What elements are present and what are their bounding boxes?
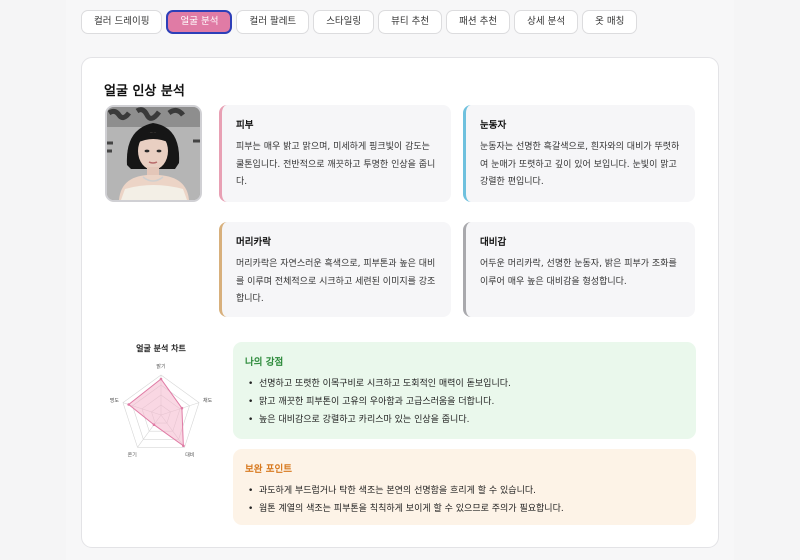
feature-card-eyes: 눈동자 눈동자는 선명한 흑갈색으로, 흰자와의 대비가 뚜렷하여 눈매가 또렷… bbox=[463, 105, 695, 202]
radar-chart: 밝기채도대비 온기 명도 얼굴 분석 차트 bbox=[102, 341, 222, 471]
feature-card-contrast: 대비감 어두운 머리카락, 선명한 눈동자, 밝은 피부가 조화를 이루어 매우… bbox=[463, 222, 695, 317]
chart-title: 얼굴 분석 차트 bbox=[136, 344, 186, 353]
tab-styling[interactable]: 스타일링 bbox=[313, 10, 375, 34]
tab-outfit-matching[interactable]: 옷 매칭 bbox=[582, 10, 638, 34]
data-point bbox=[152, 423, 156, 427]
data-point bbox=[159, 377, 163, 381]
list-item: 맑고 깨끗한 피부톤이 고유의 우아함과 고급스러움을 더합니다. bbox=[245, 393, 684, 411]
radar-chart-svg: 밝기채도대비 온기 명도 bbox=[110, 363, 213, 459]
list-item: 선명하고 또렷한 이목구비로 시크하고 도회적인 매력이 돋보입니다. bbox=[245, 375, 684, 393]
face-analysis-card: 얼굴 인상 분석 피부 피부는 매우 밝고 맑으며, 미세하게 핑크빛이 감도는… bbox=[81, 57, 719, 548]
feature-title: 눈동자 bbox=[480, 120, 507, 131]
feature-card-hair: 머리카락 머리카락은 자연스러운 흑색으로, 피부톤과 높은 대비를 이루며 전… bbox=[219, 222, 451, 317]
list-item: 웜톤 계열의 색조는 피부톤을 칙칙하게 보이게 할 수 있으므로 주의가 필요… bbox=[245, 500, 684, 518]
feature-description: 머리카락은 자연스러운 흑색으로, 피부톤과 높은 대비를 이루며 전체적으로 … bbox=[236, 259, 436, 304]
data-point bbox=[180, 406, 184, 410]
tab-fashion-recommend[interactable]: 패션 추천 bbox=[446, 10, 511, 34]
card-title: 얼굴 인상 분석 bbox=[104, 84, 185, 99]
axis-label: 온기 bbox=[128, 452, 137, 459]
list-item: 높은 대비감으로 강렬하고 카리스마 있는 인상을 줍니다. bbox=[245, 411, 684, 429]
tab-beauty-recommend[interactable]: 뷰티 추천 bbox=[378, 10, 443, 34]
strengths-list: 선명하고 또렷한 이목구비로 시크하고 도회적인 매력이 돋보입니다. 맑고 깨… bbox=[245, 375, 684, 429]
data-point bbox=[127, 403, 130, 406]
face-photo bbox=[105, 105, 202, 202]
series-area bbox=[127, 378, 184, 447]
portrait-image bbox=[107, 107, 200, 200]
feature-title: 대비감 bbox=[480, 237, 507, 248]
feature-description: 피부는 매우 밝고 맑으며, 미세하게 핑크빛이 감도는 쿨톤입니다. 전반적으… bbox=[236, 142, 436, 187]
axis-label: 채도 bbox=[203, 397, 213, 404]
axis-label: 대비 bbox=[185, 452, 194, 459]
feature-title: 피부 bbox=[236, 120, 254, 131]
axis-label: 명도 bbox=[110, 397, 120, 404]
tab-color-draping[interactable]: 컬러 드레이핑 bbox=[81, 10, 163, 34]
strengths-title: 나의 강점 bbox=[245, 357, 284, 368]
tab-detailed-analysis[interactable]: 상세 분석 bbox=[514, 10, 579, 34]
data-point bbox=[182, 444, 185, 448]
list-item: 과도하게 부드럽거나 탁한 색조는 본연의 선명함을 흐리게 할 수 있습니다. bbox=[245, 482, 684, 500]
axis-label: 밝기 bbox=[156, 363, 165, 370]
feature-description: 어두운 머리카락, 선명한 눈동자, 밝은 피부가 조화를 이루어 매우 높은 … bbox=[480, 259, 677, 287]
tab-bar: 컬러 드레이핑 얼굴 분석 컬러 팔레트 스타일링 뷰티 추천 패션 추천 상세… bbox=[81, 10, 638, 34]
improvements-list: 과도하게 부드럽거나 탁한 색조는 본연의 선명함을 흐리게 할 수 있습니다.… bbox=[245, 482, 684, 518]
improvements-box: 보완 포인트 과도하게 부드럽거나 탁한 색조는 본연의 선명함을 흐리게 할 … bbox=[233, 449, 696, 525]
tab-face-analysis[interactable]: 얼굴 분석 bbox=[166, 10, 233, 34]
feature-title: 머리카락 bbox=[236, 237, 271, 248]
strengths-box: 나의 강점 선명하고 또렷한 이목구비로 시크하고 도회적인 매력이 돋보입니다… bbox=[233, 342, 696, 439]
feature-card-skin: 피부 피부는 매우 밝고 맑으며, 미세하게 핑크빛이 감도는 쿨톤입니다. 전… bbox=[219, 105, 451, 202]
feature-description: 눈동자는 선명한 흑갈색으로, 흰자와의 대비가 뚜렷하여 눈매가 또렷하고 깊… bbox=[480, 142, 680, 187]
improvements-title: 보완 포인트 bbox=[245, 464, 293, 475]
tab-color-palette[interactable]: 컬러 팔레트 bbox=[236, 10, 310, 34]
